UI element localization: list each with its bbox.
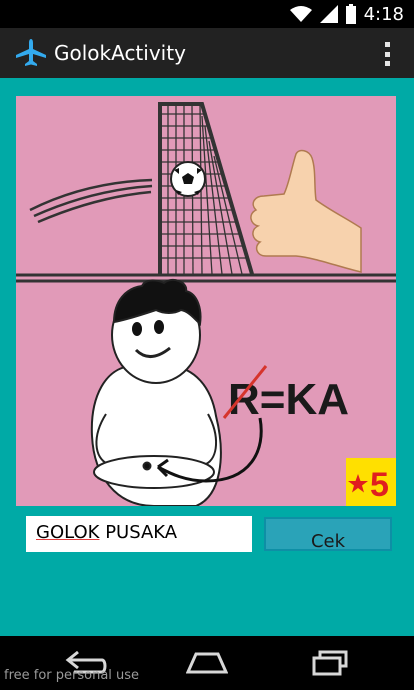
overflow-menu-icon[interactable]	[382, 42, 392, 66]
content-area: R=KA 5 GOLOK PUSAKA Cek	[0, 78, 414, 636]
check-button-label: Cek	[310, 531, 346, 551]
action-bar: GolokActivity	[0, 28, 414, 78]
airplane-icon	[16, 39, 46, 66]
home-icon[interactable]	[186, 648, 228, 678]
signal-icon	[319, 5, 338, 23]
status-icons: 4:18	[289, 0, 404, 28]
level-badge: 5	[346, 458, 396, 506]
answer-rest: PUSAKA	[99, 522, 178, 543]
app-title: GolokActivity	[54, 41, 186, 65]
check-button[interactable]: Cek	[264, 517, 392, 551]
level-number: 5	[370, 466, 389, 504]
answer-input[interactable]: GOLOK PUSAKA	[26, 516, 252, 552]
formula-text: R=KA	[228, 375, 349, 424]
wifi-icon	[289, 6, 312, 22]
answer-misspelled-word: GOLOK	[36, 522, 100, 543]
puzzle-image: R=KA 5	[16, 96, 396, 506]
recents-icon[interactable]	[310, 648, 350, 678]
clock: 4:18	[363, 3, 404, 25]
watermark-text: free for personal use	[4, 668, 140, 683]
status-bar: 4:18	[0, 0, 414, 28]
battery-icon	[345, 4, 356, 24]
soccer-ball-icon	[170, 161, 206, 197]
